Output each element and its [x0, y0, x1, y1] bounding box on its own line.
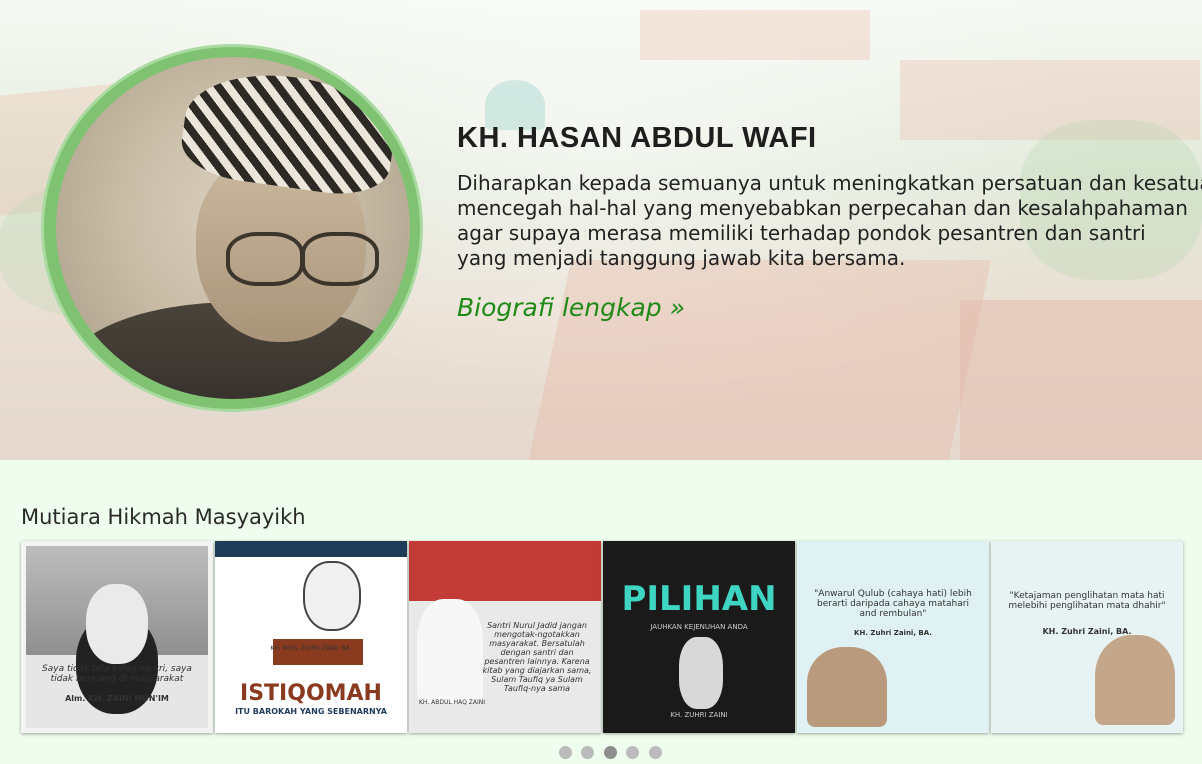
carousel-pagination: [559, 746, 667, 759]
portrait-glasses: [301, 232, 379, 286]
quote-line: mencegah hal-hal yang menyebabkan perpec…: [457, 196, 1188, 220]
portrait-photo: [56, 57, 410, 399]
carousel-card[interactable]: "Anwarul Qulub (cahaya hati) lebih berar…: [797, 541, 989, 733]
carousel-card[interactable]: Santri Nurul Jadid jangan mengotak-ngota…: [409, 541, 601, 733]
card-author: KH. ZUHRI ZAINI: [670, 711, 728, 719]
pagination-dot[interactable]: [648, 746, 662, 759]
card-photo: [417, 599, 483, 703]
carousel-card[interactable]: Saya tidak tela kalau santri, saya tidak…: [21, 541, 213, 733]
quote-line: agar supaya merasa memiliki terhadap pon…: [457, 221, 1146, 245]
card-accent: [215, 541, 407, 557]
card-subline: JAUHKAN KEJENUHAN ANDA: [650, 623, 748, 631]
hero-text: KH. HASAN ABDUL WAFI Diharapkan kepada s…: [457, 122, 1202, 322]
card-author: KH. Zuhri Zaini, BA.: [1042, 627, 1132, 636]
card-subline: ITU BAROKAH YANG SEBENARNYA: [235, 707, 387, 716]
portrait-glasses: [226, 232, 304, 286]
wisdom-carousel: Saya tidak tela kalau santri, saya tidak…: [21, 541, 1183, 733]
carousel-card[interactable]: "Ketajaman penglihatan mata hati melebih…: [991, 541, 1183, 733]
carousel-card[interactable]: KH. MOH. ZUHRI ZAINI, BA. ISTIQOMAH ITU …: [215, 541, 407, 733]
pagination-dot[interactable]: [603, 746, 617, 759]
card-podium: [273, 639, 363, 665]
carousel-card[interactable]: PILIHAN JAUHKAN KEJENUHAN ANDA KH. ZUHRI…: [603, 541, 795, 733]
quote-line: yang menjadi tanggung jawab kita bersama…: [457, 246, 906, 270]
pagination-dot[interactable]: [559, 746, 572, 759]
card-photo: [679, 637, 723, 709]
quote-line: Diharapkan kepada semuanya untuk meningk…: [457, 171, 1202, 195]
pagination-dot[interactable]: [626, 746, 640, 759]
card-author: KH. ABDUL HAQ ZAINI: [418, 699, 486, 706]
card-photo: [1095, 635, 1175, 725]
hero-name: KH. HASAN ABDUL WAFI: [457, 122, 817, 154]
hero-quote: Diharapkan kepada semuanya untuk meningk…: [457, 171, 1202, 271]
card-author: KH. MOH. ZUHRI ZAINI, BA.: [270, 645, 352, 652]
card-quote: "Ketajaman penglihatan mata hati melebih…: [1008, 591, 1166, 611]
card-photo: [303, 561, 361, 631]
hero-banner: KH. HASAN ABDUL WAFI Diharapkan kepada s…: [0, 0, 1202, 460]
pagination-dot[interactable]: [581, 746, 595, 759]
card-headline: ISTIQOMAH: [240, 681, 382, 706]
card-quote: Saya tidak tela kalau santri, saya tidak…: [42, 664, 192, 684]
card-author: Alm. KH. ZAINI MUN'IM: [65, 694, 169, 703]
card-quote: Santri Nurul Jadid jangan mengotak-ngota…: [482, 621, 592, 693]
biography-link[interactable]: Biografi lengkap »: [457, 293, 685, 322]
card-headline: PILIHAN: [621, 579, 777, 619]
card-author: KH. Zuhri Zaini, BA.: [854, 629, 932, 637]
card-quote: "Anwarul Qulub (cahaya hati) lebih berar…: [814, 589, 972, 619]
card-photo: [86, 584, 148, 664]
card-photo: [807, 647, 887, 727]
section-title: Mutiara Hikmah Masyayikh: [21, 505, 306, 529]
card-accent: [409, 541, 601, 601]
